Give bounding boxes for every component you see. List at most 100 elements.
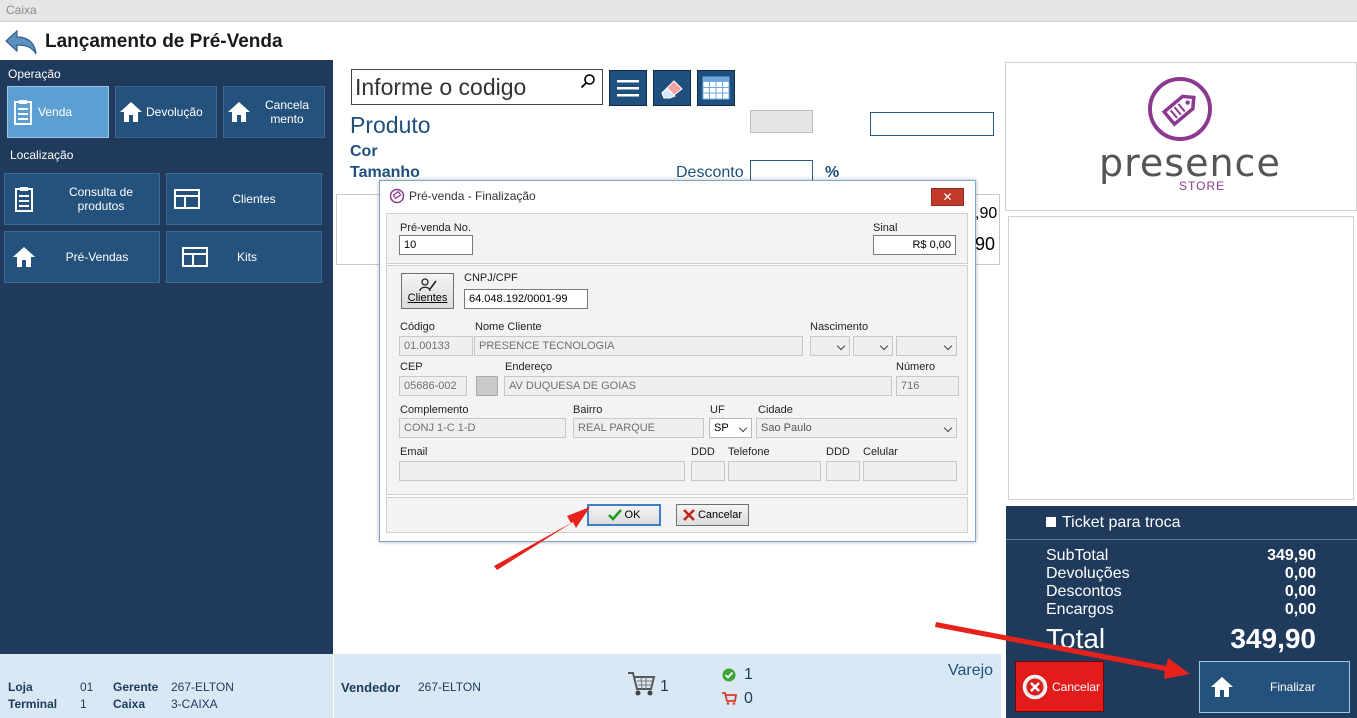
endereco-field[interactable]: AV DUQUESA DE GOIAS [504, 376, 892, 396]
cancelar-sale-button[interactable]: Cancelar [1015, 661, 1104, 712]
codigo-field[interactable]: 01.00133 [399, 336, 473, 356]
layout-icon [167, 247, 223, 267]
logo-box: presence STORE [1005, 62, 1357, 211]
product-image-box [750, 110, 813, 133]
totals-panel: Ticket para troca SubTotal 349,90 Devoluç… [1006, 506, 1357, 718]
finalizar-button[interactable]: Finalizar [1199, 661, 1350, 713]
search-icon[interactable] [580, 73, 596, 89]
ok-button[interactable]: OK [587, 504, 661, 526]
product-preview-box [1008, 216, 1354, 500]
cnpj-field[interactable]: 64.048.192/0001-99 [464, 289, 588, 309]
numero-field[interactable]: 716 [896, 376, 959, 396]
total-row: Total 349,90 [1046, 623, 1316, 655]
venda-label: Venda [38, 105, 73, 119]
devolucao-button[interactable]: Devolução [115, 86, 217, 138]
complemento-field[interactable]: CONJ 1-C 1-D [399, 418, 566, 438]
ticket-checkbox[interactable] [1046, 517, 1056, 527]
prevenda-field[interactable]: 10 [399, 235, 473, 255]
numero-label: Número [896, 361, 936, 373]
cancel-circle-icon [1022, 674, 1048, 699]
sinal-field[interactable]: R$ 0,00 [873, 235, 956, 255]
nascimento-label: Nascimento [810, 321, 869, 333]
home-icon [5, 246, 43, 268]
ddd2-field[interactable] [826, 461, 860, 481]
total-value: 349,90 [1230, 623, 1316, 654]
loja-label: Loja [8, 680, 33, 694]
dialog-title: Pré-venda - Finalização [409, 189, 536, 203]
grid-button[interactable] [697, 70, 735, 106]
gerente-label: Gerente [113, 680, 159, 694]
codigo-label: Código [400, 321, 435, 333]
cancelamento-label: Cancela mento [264, 98, 310, 126]
dialog-cancelar-button[interactable]: Cancelar [676, 504, 749, 526]
email-field[interactable] [399, 461, 685, 481]
pre-venda-dialog: Pré-venda - Finalização ✕ Pré-venda No. … [379, 180, 976, 542]
terminal-label: Terminal [8, 697, 58, 711]
nome-field[interactable]: PRESENCE TECNOLOGIA [474, 336, 803, 356]
cep-search-button[interactable] [476, 376, 498, 396]
clientes-button-label: Clientes [407, 292, 448, 304]
uf-label: UF [710, 404, 725, 416]
celular-field[interactable] [863, 461, 957, 481]
sinal-label: Sinal [873, 222, 898, 234]
devolucoes-value: 0,00 [1284, 565, 1316, 582]
search-input[interactable] [355, 73, 575, 101]
logo-text: presence [1099, 141, 1281, 185]
check-circle-icon [722, 668, 736, 682]
nascimento-month-select[interactable] [853, 336, 893, 356]
ok-count: 1 [744, 666, 753, 683]
menu-icon [617, 80, 639, 97]
cart-red-icon [722, 692, 737, 705]
dialog-title-bar: Pré-venda - Finalização ✕ [380, 181, 975, 211]
kits-button[interactable]: Kits [166, 231, 322, 283]
x-icon [683, 509, 695, 521]
back-arrow-icon[interactable] [4, 28, 38, 56]
partial-value-1: ,90 [975, 205, 998, 222]
devolucoes-row: Devoluções 0,00 [1046, 565, 1316, 583]
cidade-select[interactable]: Sao Paulo [756, 418, 957, 438]
bairro-label: Bairro [573, 404, 603, 416]
prevenda-label: Pré-venda No. [400, 222, 471, 234]
clientes-nav-label: Clientes [232, 192, 276, 206]
price-field[interactable] [870, 112, 994, 136]
cor-label: Cor [350, 143, 378, 160]
varejo-label: Varejo [948, 662, 994, 679]
cep-field[interactable]: 05686-002 [399, 376, 467, 396]
cart-icon [628, 672, 656, 696]
clientes-button[interactable]: Clientes [401, 273, 454, 309]
telefone-field[interactable] [728, 461, 821, 481]
partial-value-2: 90 [975, 234, 996, 254]
subtotal-label: SubTotal [1046, 547, 1109, 564]
eraser-button[interactable] [653, 70, 691, 106]
desconto-input[interactable] [750, 160, 813, 182]
kits-label: Kits [236, 250, 257, 264]
email-label: Email [400, 446, 428, 458]
consulta-produtos-button[interactable]: Consulta de produtos [4, 173, 160, 225]
cnpj-label: CNPJ/CPF [464, 272, 518, 284]
cart-count: 1 [660, 678, 669, 695]
ddd2-label: DDD [826, 446, 850, 458]
operacao-label: Operação [8, 67, 61, 81]
bairro-field[interactable]: REAL PARQUE [573, 418, 704, 438]
vendedor-value: 267-ELTON [418, 680, 481, 694]
layout-icon [167, 189, 207, 209]
nascimento-year-select[interactable] [896, 336, 957, 356]
caixa-label: Caixa [113, 697, 146, 711]
venda-button[interactable]: Venda [7, 86, 109, 138]
close-icon[interactable]: ✕ [931, 188, 964, 206]
search-box[interactable] [351, 69, 603, 105]
terminal-value: 1 [80, 697, 87, 711]
cidade-label: Cidade [758, 404, 793, 416]
cancelar-sale-label: Cancelar [1052, 679, 1101, 694]
nascimento-day-select[interactable] [810, 336, 850, 356]
ok-label: OK [624, 509, 641, 521]
uf-select[interactable]: SP [709, 418, 752, 438]
pre-vendas-button[interactable]: Pré-Vendas [4, 231, 160, 283]
localizacao-label: Localização [10, 148, 74, 162]
cancelamento-button[interactable]: Cancela mento [223, 86, 325, 138]
home-icon [224, 101, 254, 123]
clientes-nav-button[interactable]: Clientes [166, 173, 322, 225]
clipboard-icon [8, 99, 38, 125]
menu-button[interactable] [609, 70, 647, 106]
ddd-field[interactable] [691, 461, 725, 481]
